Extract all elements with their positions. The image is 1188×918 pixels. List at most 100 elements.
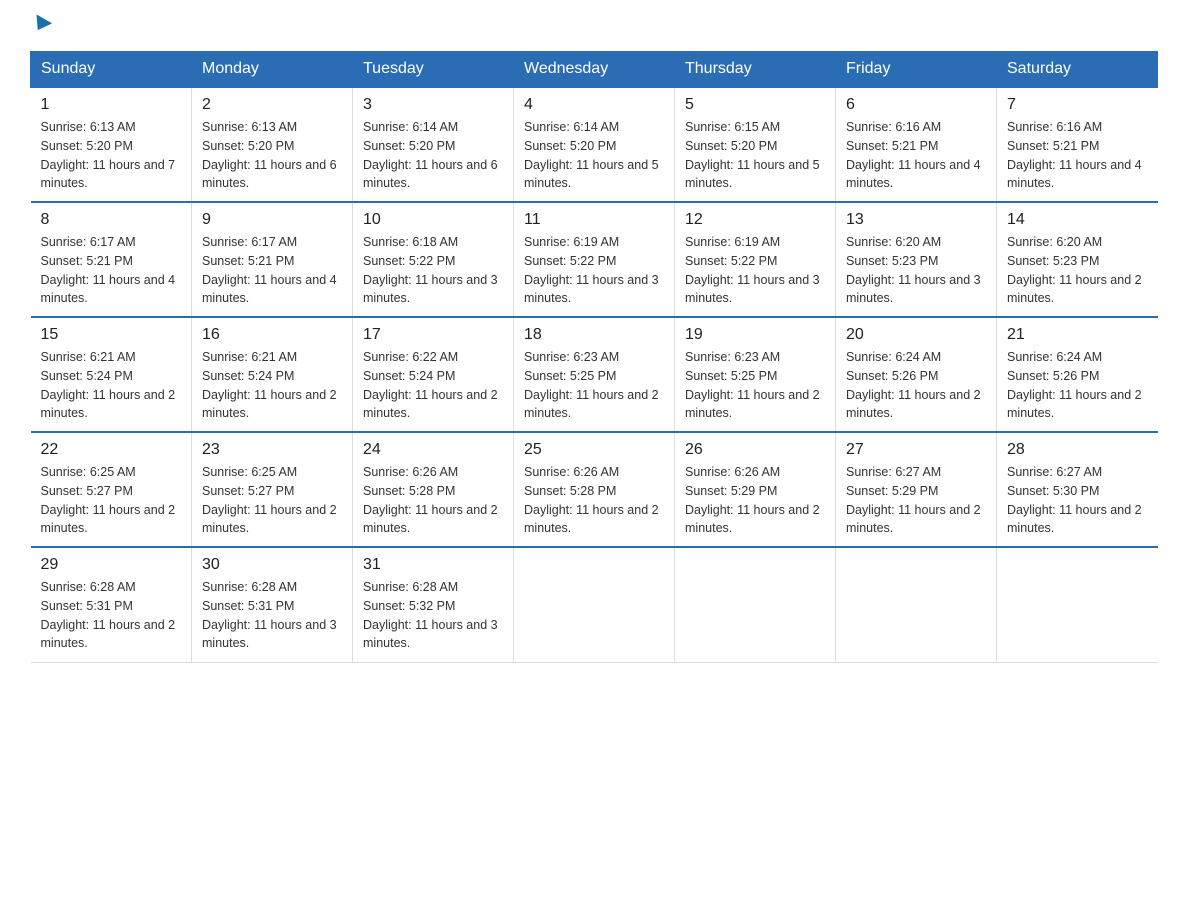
calendar-cell: 26 Sunrise: 6:26 AM Sunset: 5:29 PM Dayl… bbox=[675, 432, 836, 547]
header-thursday: Thursday bbox=[675, 52, 836, 88]
day-info: Sunrise: 6:13 AM Sunset: 5:20 PM Dayligh… bbox=[41, 118, 182, 193]
day-number: 5 bbox=[685, 96, 825, 114]
day-info: Sunrise: 6:27 AM Sunset: 5:30 PM Dayligh… bbox=[1007, 463, 1148, 538]
day-info: Sunrise: 6:27 AM Sunset: 5:29 PM Dayligh… bbox=[846, 463, 986, 538]
day-info: Sunrise: 6:24 AM Sunset: 5:26 PM Dayligh… bbox=[846, 348, 986, 423]
logo-triangle-icon bbox=[30, 14, 52, 34]
week-row-1: 1 Sunrise: 6:13 AM Sunset: 5:20 PM Dayli… bbox=[31, 87, 1158, 202]
calendar-table: SundayMondayTuesdayWednesdayThursdayFrid… bbox=[30, 51, 1158, 663]
calendar-cell: 30 Sunrise: 6:28 AM Sunset: 5:31 PM Dayl… bbox=[192, 547, 353, 662]
calendar-cell: 27 Sunrise: 6:27 AM Sunset: 5:29 PM Dayl… bbox=[836, 432, 997, 547]
day-info: Sunrise: 6:19 AM Sunset: 5:22 PM Dayligh… bbox=[685, 233, 825, 308]
calendar-cell: 31 Sunrise: 6:28 AM Sunset: 5:32 PM Dayl… bbox=[353, 547, 514, 662]
calendar-cell bbox=[514, 547, 675, 662]
header-tuesday: Tuesday bbox=[353, 52, 514, 88]
calendar-cell: 29 Sunrise: 6:28 AM Sunset: 5:31 PM Dayl… bbox=[31, 547, 192, 662]
day-number: 7 bbox=[1007, 96, 1148, 114]
week-row-2: 8 Sunrise: 6:17 AM Sunset: 5:21 PM Dayli… bbox=[31, 202, 1158, 317]
day-info: Sunrise: 6:18 AM Sunset: 5:22 PM Dayligh… bbox=[363, 233, 503, 308]
calendar-cell: 16 Sunrise: 6:21 AM Sunset: 5:24 PM Dayl… bbox=[192, 317, 353, 432]
calendar-cell: 19 Sunrise: 6:23 AM Sunset: 5:25 PM Dayl… bbox=[675, 317, 836, 432]
day-info: Sunrise: 6:26 AM Sunset: 5:28 PM Dayligh… bbox=[524, 463, 664, 538]
day-number: 6 bbox=[846, 96, 986, 114]
day-number: 25 bbox=[524, 441, 664, 459]
day-number: 28 bbox=[1007, 441, 1148, 459]
calendar-header: SundayMondayTuesdayWednesdayThursdayFrid… bbox=[31, 52, 1158, 88]
calendar-cell: 8 Sunrise: 6:17 AM Sunset: 5:21 PM Dayli… bbox=[31, 202, 192, 317]
header-monday: Monday bbox=[192, 52, 353, 88]
day-number: 29 bbox=[41, 556, 182, 574]
week-row-3: 15 Sunrise: 6:21 AM Sunset: 5:24 PM Dayl… bbox=[31, 317, 1158, 432]
day-number: 19 bbox=[685, 326, 825, 344]
day-number: 1 bbox=[41, 96, 182, 114]
day-info: Sunrise: 6:17 AM Sunset: 5:21 PM Dayligh… bbox=[41, 233, 182, 308]
day-number: 9 bbox=[202, 211, 342, 229]
day-number: 26 bbox=[685, 441, 825, 459]
calendar-cell: 11 Sunrise: 6:19 AM Sunset: 5:22 PM Dayl… bbox=[514, 202, 675, 317]
calendar-cell: 14 Sunrise: 6:20 AM Sunset: 5:23 PM Dayl… bbox=[997, 202, 1158, 317]
header-sunday: Sunday bbox=[31, 52, 192, 88]
header-saturday: Saturday bbox=[997, 52, 1158, 88]
day-info: Sunrise: 6:16 AM Sunset: 5:21 PM Dayligh… bbox=[846, 118, 986, 193]
day-info: Sunrise: 6:26 AM Sunset: 5:29 PM Dayligh… bbox=[685, 463, 825, 538]
calendar-cell: 15 Sunrise: 6:21 AM Sunset: 5:24 PM Dayl… bbox=[31, 317, 192, 432]
day-info: Sunrise: 6:24 AM Sunset: 5:26 PM Dayligh… bbox=[1007, 348, 1148, 423]
calendar-cell: 17 Sunrise: 6:22 AM Sunset: 5:24 PM Dayl… bbox=[353, 317, 514, 432]
day-info: Sunrise: 6:28 AM Sunset: 5:31 PM Dayligh… bbox=[202, 578, 342, 653]
header-friday: Friday bbox=[836, 52, 997, 88]
day-number: 3 bbox=[363, 96, 503, 114]
calendar-cell: 18 Sunrise: 6:23 AM Sunset: 5:25 PM Dayl… bbox=[514, 317, 675, 432]
calendar-cell: 6 Sunrise: 6:16 AM Sunset: 5:21 PM Dayli… bbox=[836, 87, 997, 202]
day-info: Sunrise: 6:22 AM Sunset: 5:24 PM Dayligh… bbox=[363, 348, 503, 423]
day-info: Sunrise: 6:20 AM Sunset: 5:23 PM Dayligh… bbox=[1007, 233, 1148, 308]
header-wednesday: Wednesday bbox=[514, 52, 675, 88]
day-info: Sunrise: 6:28 AM Sunset: 5:31 PM Dayligh… bbox=[41, 578, 182, 653]
calendar-cell bbox=[997, 547, 1158, 662]
calendar-cell: 1 Sunrise: 6:13 AM Sunset: 5:20 PM Dayli… bbox=[31, 87, 192, 202]
calendar-cell: 9 Sunrise: 6:17 AM Sunset: 5:21 PM Dayli… bbox=[192, 202, 353, 317]
day-info: Sunrise: 6:14 AM Sunset: 5:20 PM Dayligh… bbox=[363, 118, 503, 193]
day-number: 24 bbox=[363, 441, 503, 459]
day-number: 31 bbox=[363, 556, 503, 574]
calendar-cell: 3 Sunrise: 6:14 AM Sunset: 5:20 PM Dayli… bbox=[353, 87, 514, 202]
day-number: 18 bbox=[524, 326, 664, 344]
calendar-cell: 24 Sunrise: 6:26 AM Sunset: 5:28 PM Dayl… bbox=[353, 432, 514, 547]
day-info: Sunrise: 6:17 AM Sunset: 5:21 PM Dayligh… bbox=[202, 233, 342, 308]
day-info: Sunrise: 6:21 AM Sunset: 5:24 PM Dayligh… bbox=[41, 348, 182, 423]
calendar-cell: 28 Sunrise: 6:27 AM Sunset: 5:30 PM Dayl… bbox=[997, 432, 1158, 547]
week-row-5: 29 Sunrise: 6:28 AM Sunset: 5:31 PM Dayl… bbox=[31, 547, 1158, 662]
calendar-body: 1 Sunrise: 6:13 AM Sunset: 5:20 PM Dayli… bbox=[31, 87, 1158, 662]
logo bbox=[30, 20, 50, 33]
day-number: 2 bbox=[202, 96, 342, 114]
calendar-cell: 7 Sunrise: 6:16 AM Sunset: 5:21 PM Dayli… bbox=[997, 87, 1158, 202]
calendar-cell: 2 Sunrise: 6:13 AM Sunset: 5:20 PM Dayli… bbox=[192, 87, 353, 202]
day-number: 8 bbox=[41, 211, 182, 229]
day-number: 4 bbox=[524, 96, 664, 114]
calendar-cell bbox=[836, 547, 997, 662]
calendar-cell bbox=[675, 547, 836, 662]
calendar-cell: 20 Sunrise: 6:24 AM Sunset: 5:26 PM Dayl… bbox=[836, 317, 997, 432]
day-number: 14 bbox=[1007, 211, 1148, 229]
page-header bbox=[30, 20, 1158, 33]
day-info: Sunrise: 6:23 AM Sunset: 5:25 PM Dayligh… bbox=[524, 348, 664, 423]
day-number: 21 bbox=[1007, 326, 1148, 344]
day-number: 15 bbox=[41, 326, 182, 344]
day-number: 11 bbox=[524, 211, 664, 229]
day-number: 16 bbox=[202, 326, 342, 344]
calendar-cell: 22 Sunrise: 6:25 AM Sunset: 5:27 PM Dayl… bbox=[31, 432, 192, 547]
day-info: Sunrise: 6:16 AM Sunset: 5:21 PM Dayligh… bbox=[1007, 118, 1148, 193]
calendar-cell: 12 Sunrise: 6:19 AM Sunset: 5:22 PM Dayl… bbox=[675, 202, 836, 317]
day-number: 10 bbox=[363, 211, 503, 229]
day-number: 30 bbox=[202, 556, 342, 574]
calendar-cell: 25 Sunrise: 6:26 AM Sunset: 5:28 PM Dayl… bbox=[514, 432, 675, 547]
day-info: Sunrise: 6:13 AM Sunset: 5:20 PM Dayligh… bbox=[202, 118, 342, 193]
calendar-cell: 23 Sunrise: 6:25 AM Sunset: 5:27 PM Dayl… bbox=[192, 432, 353, 547]
day-info: Sunrise: 6:26 AM Sunset: 5:28 PM Dayligh… bbox=[363, 463, 503, 538]
day-info: Sunrise: 6:14 AM Sunset: 5:20 PM Dayligh… bbox=[524, 118, 664, 193]
day-number: 12 bbox=[685, 211, 825, 229]
day-number: 22 bbox=[41, 441, 182, 459]
day-info: Sunrise: 6:15 AM Sunset: 5:20 PM Dayligh… bbox=[685, 118, 825, 193]
day-number: 13 bbox=[846, 211, 986, 229]
day-number: 17 bbox=[363, 326, 503, 344]
day-info: Sunrise: 6:23 AM Sunset: 5:25 PM Dayligh… bbox=[685, 348, 825, 423]
